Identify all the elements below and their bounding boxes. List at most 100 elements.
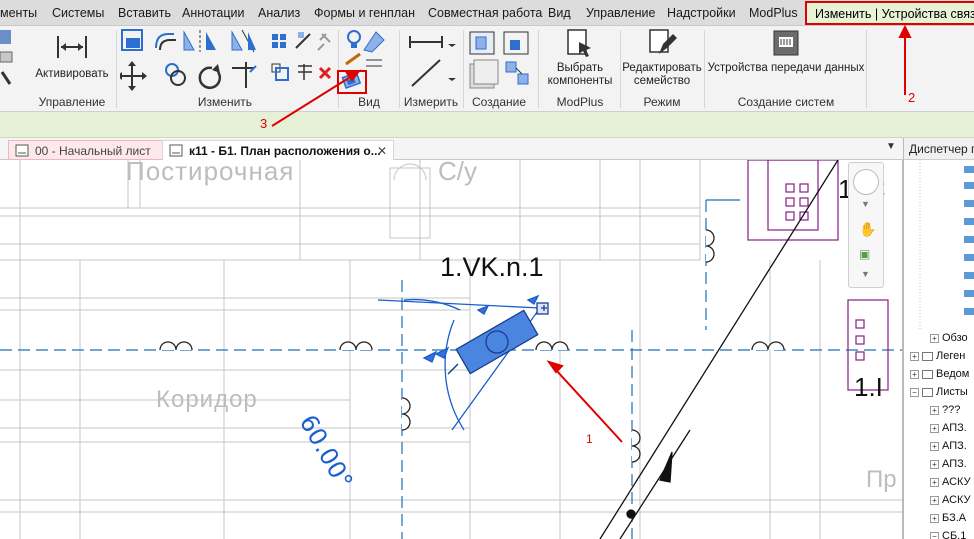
clipboard-icon[interactable] bbox=[0, 28, 14, 90]
tab-massing-site[interactable]: Формы и генплан bbox=[314, 0, 415, 26]
sheet-icon bbox=[15, 144, 29, 157]
edit-family-label-1: Редактировать bbox=[622, 62, 702, 74]
tab-modplus[interactable]: ModPlus bbox=[749, 0, 798, 26]
browser-item-sheet-unknown[interactable]: +??? bbox=[930, 401, 960, 419]
pin-icon bbox=[317, 33, 331, 51]
edit-family-button[interactable]: Редактировать семейство bbox=[622, 28, 702, 88]
browser-item-sheet-apz-1[interactable]: + АПЗ. bbox=[930, 419, 967, 437]
copy-icon bbox=[165, 63, 186, 86]
document-tab-bar: 00 - Начальный лист к11 - Б1. План распо… bbox=[0, 138, 903, 160]
mirror-axis-icon bbox=[183, 30, 216, 52]
close-icon[interactable]: ✕ bbox=[377, 141, 387, 161]
ribbon-tab-bar: менты Системы Вставить Аннотации Анализ … bbox=[0, 0, 974, 26]
tab-start-sheet-label: 00 - Начальный лист bbox=[35, 144, 151, 158]
tab-annotate[interactable]: Аннотации bbox=[182, 0, 244, 26]
steering-wheel-icon[interactable] bbox=[853, 169, 879, 195]
drawing-canvas[interactable]: Постирочная С/у Коридор Пр 1.VK.n.1 1.IC… bbox=[0, 160, 903, 539]
browser-item-legends[interactable]: + Леген bbox=[910, 347, 965, 365]
similar-icon bbox=[505, 61, 529, 85]
browser-item-sheet-asku-1[interactable]: + АСКУ bbox=[930, 473, 971, 491]
device-tag[interactable]: 1.VK.n.1 bbox=[440, 252, 544, 283]
browser-item-sheet-apz-2[interactable]: + АПЗ. bbox=[930, 437, 967, 455]
rotate-icon bbox=[198, 64, 222, 89]
tab-systems[interactable]: Системы bbox=[52, 0, 104, 26]
ribbon: Активировать Управление Изменить Вид Изм… bbox=[0, 26, 974, 112]
lightbulb-icon bbox=[347, 30, 361, 48]
create-parts-icon bbox=[503, 31, 529, 55]
browser-item-sheets[interactable]: − Листы bbox=[910, 383, 968, 401]
tab-elements[interactable]: менты bbox=[0, 0, 37, 26]
activate-button[interactable]: Активировать bbox=[34, 28, 110, 81]
hide-in-view-icon[interactable] bbox=[341, 72, 363, 92]
browser-item-sheet-bz[interactable]: + БЗ.А bbox=[930, 509, 966, 527]
room-label-laundry: Постирочная bbox=[126, 160, 295, 186]
pan-icon[interactable]: ✋ bbox=[859, 221, 876, 238]
panel-label-mode: Режим bbox=[643, 95, 681, 109]
create-tools bbox=[469, 31, 529, 89]
edit-family-icon bbox=[649, 29, 677, 54]
select-components-icon bbox=[567, 29, 591, 57]
align-icon bbox=[121, 29, 143, 51]
browser-item-sheet-apz-3[interactable]: + АПЗ. bbox=[930, 455, 967, 473]
browser-item-sheet-sb1[interactable]: − СБ.1 bbox=[930, 527, 966, 539]
tab-addins[interactable]: Надстройки bbox=[667, 0, 736, 26]
annotation-3: 3 bbox=[260, 116, 268, 131]
revit-window: менты Системы Вставить Аннотации Анализ … bbox=[0, 0, 974, 539]
options-bar bbox=[0, 112, 974, 138]
tab-plan-active[interactable]: к11 - Б1. План расположения о... ✕ bbox=[162, 140, 394, 160]
panel-label-view: Вид bbox=[358, 95, 380, 109]
panel-label-modplus: ModPlus bbox=[556, 95, 604, 109]
offset-icon bbox=[155, 33, 176, 51]
activate-icon bbox=[57, 36, 87, 58]
tab-analyze[interactable]: Анализ bbox=[258, 0, 300, 26]
tab-insert[interactable]: Вставить bbox=[118, 0, 171, 26]
browser-item-sheet-asku-2[interactable]: + АСКУ bbox=[930, 491, 971, 509]
measure-between-icon bbox=[409, 36, 456, 48]
move-icon bbox=[120, 61, 147, 91]
tab-collaborate[interactable]: Совместная работа bbox=[428, 0, 542, 26]
zoom-dropdown-icon[interactable]: ▼ bbox=[861, 269, 870, 279]
floor-plan bbox=[0, 160, 902, 539]
create-group-icon bbox=[469, 59, 499, 89]
delete-icon bbox=[318, 66, 332, 80]
tab-start-sheet[interactable]: 00 - Начальный лист bbox=[8, 140, 164, 160]
navigation-bar: ▼ ✋ ▣ ▼ bbox=[848, 162, 884, 288]
trim-multi-icon bbox=[298, 64, 312, 80]
select-components-label-2: компоненты bbox=[547, 75, 613, 87]
edit-family-label-2: семейство bbox=[633, 75, 691, 87]
aligned-dimension-icon bbox=[411, 59, 456, 87]
select-components-button[interactable]: Выбрать компоненты bbox=[540, 28, 620, 88]
browser-item-schedules[interactable]: + Ведом bbox=[910, 365, 969, 383]
activate-label: Активировать bbox=[35, 68, 109, 80]
split-icon bbox=[295, 32, 311, 49]
mirror-draw-icon bbox=[231, 29, 256, 53]
tab-plan-label: к11 - Б1. План расположения о... bbox=[189, 144, 381, 158]
panel-label-create: Создание bbox=[471, 95, 527, 109]
create-assembly-icon bbox=[469, 31, 495, 55]
panel-label-modify: Изменить bbox=[197, 95, 253, 109]
select-components-label-1: Выбрать bbox=[556, 62, 604, 74]
project-browser: Диспетчер п + Обзо + Леген + Ведом − Листы +… bbox=[903, 138, 974, 539]
array-icon bbox=[272, 34, 286, 48]
tabs-dropdown-icon[interactable]: ▼ bbox=[886, 141, 896, 152]
data-device-icon bbox=[773, 30, 799, 56]
linework-icon bbox=[345, 52, 382, 67]
data-devices-label: Устройства передачи данных bbox=[707, 62, 865, 74]
panel-label-create-systems: Создание систем bbox=[737, 95, 835, 109]
device-tag-right-bottom[interactable]: 1.I bbox=[854, 372, 883, 403]
annotation-1: 1 bbox=[586, 432, 593, 446]
dropdown-arrow-icon[interactable]: ▼ bbox=[861, 199, 870, 209]
sheet-icon bbox=[169, 144, 183, 157]
data-devices-button[interactable]: Устройства передачи данных bbox=[706, 28, 866, 75]
zoom-icon[interactable]: ▣ bbox=[859, 247, 870, 261]
tab-modify-communication-devices[interactable]: Изменить | Устройства связи bbox=[805, 1, 974, 25]
room-label-wc: С/у bbox=[438, 160, 477, 186]
tab-manage[interactable]: Управление bbox=[586, 0, 656, 26]
measure-tools bbox=[409, 36, 456, 87]
room-label-corridor: Коридор bbox=[156, 386, 258, 413]
paint-icon bbox=[363, 31, 385, 53]
modify-tools bbox=[120, 29, 332, 91]
browser-item-elevations[interactable]: + Обзо bbox=[930, 329, 968, 347]
trim-icon bbox=[232, 62, 257, 88]
tab-view[interactable]: Вид bbox=[548, 0, 571, 26]
